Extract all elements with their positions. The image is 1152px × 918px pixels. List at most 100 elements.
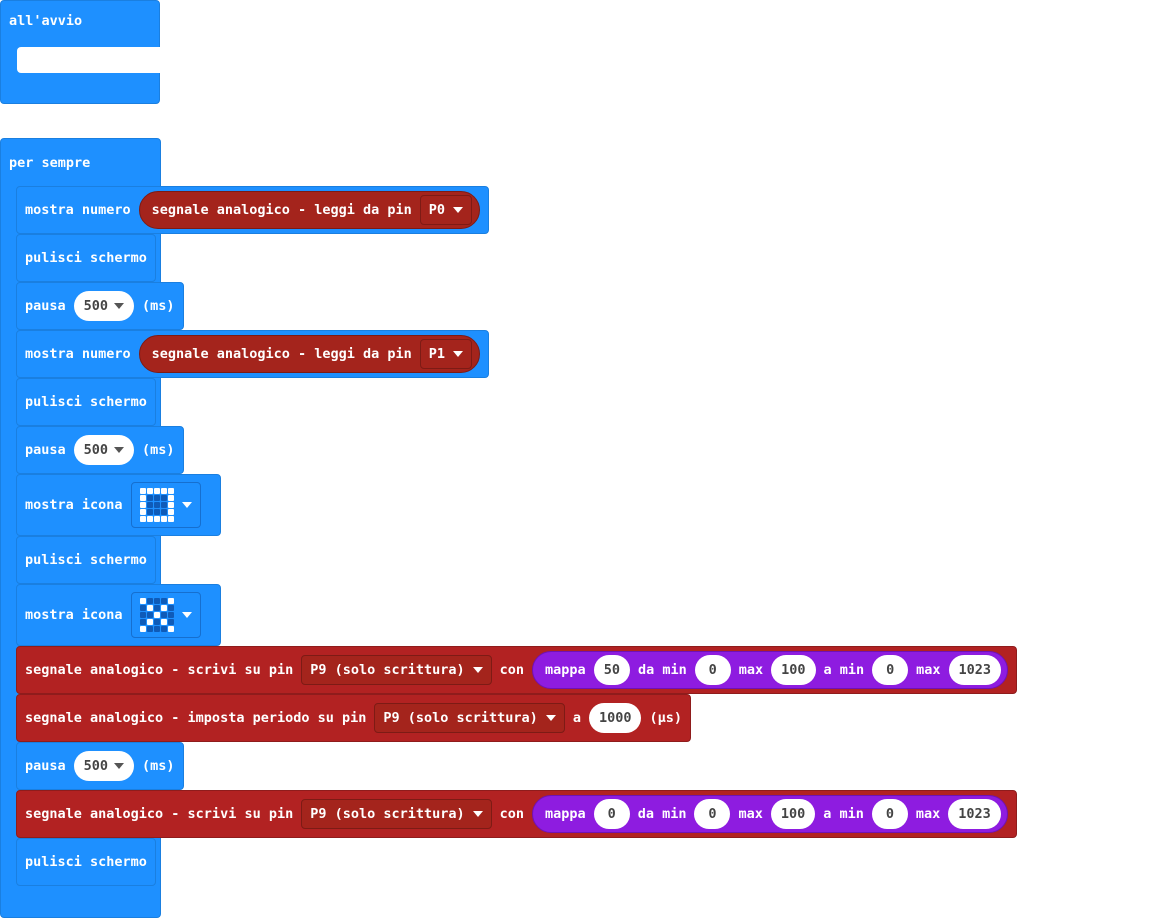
analog-write-label: segnale analogico - scrivi su pin — [25, 662, 294, 678]
analog-read-p1-reporter[interactable]: segnale analogico - leggi da pin P1 — [138, 335, 481, 373]
led-pixel — [146, 619, 153, 625]
to-low-value: 0 — [886, 662, 895, 678]
from-low-input[interactable]: 0 — [694, 655, 731, 685]
pin-dropdown-p1[interactable]: P1 — [419, 339, 473, 369]
ms-unit-label: (ms) — [142, 442, 175, 458]
show-number-block-1[interactable]: mostra numero segnale analogico - leggi … — [16, 186, 490, 234]
led-pixel — [167, 605, 174, 611]
chevron-down-icon — [114, 763, 125, 769]
led-pixel — [146, 509, 153, 515]
led-pixel — [146, 488, 153, 494]
map-reporter-2[interactable]: mappa 0 da min 0 max 100 a min 0 max 102… — [532, 795, 1008, 833]
pause-value: 500 — [83, 758, 109, 774]
max-label: max — [738, 806, 763, 822]
pin-dropdown-p0[interactable]: P0 — [419, 195, 473, 225]
pause-value-dropdown[interactable]: 500 — [73, 291, 135, 321]
forever-label: per sempre — [9, 155, 91, 171]
led-pixel — [139, 598, 146, 604]
ms-unit-label: (ms) — [142, 298, 175, 314]
to-high-input[interactable]: 1023 — [948, 799, 1001, 829]
us-unit-label: (µs) — [649, 710, 682, 726]
from-high-input[interactable]: 100 — [771, 655, 816, 685]
chevron-down-icon — [181, 502, 192, 508]
pause-block-2[interactable]: pausa 500 (ms) — [16, 426, 184, 474]
pause-value: 500 — [83, 298, 109, 314]
led-pixel — [167, 619, 174, 625]
period-input[interactable]: 1000 — [588, 703, 642, 733]
analog-write-block-1[interactable]: segnale analogico - scrivi su pin P9 (so… — [16, 646, 1018, 694]
on-start-block[interactable]: all'avvio — [0, 0, 160, 104]
x-icon — [139, 598, 174, 632]
pause-block-1[interactable]: pausa 500 (ms) — [16, 282, 184, 330]
square-icon — [139, 488, 174, 522]
chevron-down-icon — [453, 351, 464, 357]
icon-dropdown-square[interactable] — [130, 482, 201, 528]
show-number-block-2[interactable]: mostra numero segnale analogico - leggi … — [16, 330, 490, 378]
led-pixel — [167, 502, 174, 508]
on-start-label: all'avvio — [9, 13, 83, 29]
led-pixel — [160, 605, 167, 611]
from-low-value: 0 — [708, 806, 717, 822]
clear-screen-label: pulisci schermo — [25, 394, 147, 410]
pause-value: 500 — [83, 442, 109, 458]
pause-label: pausa — [25, 298, 66, 314]
pin-dropdown-p9[interactable]: P9 (solo scrittura) — [374, 703, 565, 733]
chevron-down-icon — [472, 811, 483, 817]
show-icon-block-1[interactable]: mostra icona — [16, 474, 221, 536]
from-high-input[interactable]: 100 — [770, 799, 816, 829]
to-low-input[interactable]: 0 — [872, 655, 909, 685]
led-pixel — [167, 516, 174, 522]
map-label: mappa — [545, 662, 586, 678]
a-label: a — [572, 710, 581, 726]
chevron-down-icon — [114, 447, 125, 453]
to-low-value: 0 — [885, 806, 894, 822]
from-low-input[interactable]: 0 — [694, 799, 731, 829]
clear-screen-block-4[interactable]: pulisci schermo — [16, 838, 156, 886]
show-icon-block-2[interactable]: mostra icona — [16, 584, 221, 646]
to-low-input[interactable]: 0 — [871, 799, 908, 829]
chevron-down-icon — [181, 612, 192, 618]
clear-screen-block-2[interactable]: pulisci schermo — [16, 378, 156, 426]
map-reporter-1[interactable]: mappa 50 da min 0 max 100 a min 0 max 10… — [532, 651, 1009, 689]
analog-read-label: segnale analogico - leggi da pin — [151, 202, 412, 218]
period-value: 1000 — [598, 710, 632, 726]
analog-set-period-block[interactable]: segnale analogico - imposta periodo su p… — [16, 694, 691, 742]
pin-dropdown-p9[interactable]: P9 (solo scrittura) — [301, 655, 492, 685]
chevron-down-icon — [114, 303, 125, 309]
pause-block-3[interactable]: pausa 500 (ms) — [16, 742, 184, 790]
led-pixel — [153, 605, 160, 611]
to-high-input[interactable]: 1023 — [948, 655, 1002, 685]
map-label: mappa — [545, 806, 586, 822]
chevron-down-icon — [472, 667, 483, 673]
pause-value-dropdown[interactable]: 500 — [73, 751, 135, 781]
analog-read-p0-reporter[interactable]: segnale analogico - leggi da pin P0 — [138, 191, 481, 229]
analog-write-block-2[interactable]: segnale analogico - scrivi su pin P9 (so… — [16, 790, 1017, 838]
pause-value-dropdown[interactable]: 500 — [73, 435, 135, 465]
with-label: con — [499, 806, 525, 822]
icon-dropdown-x[interactable] — [130, 592, 201, 638]
led-pixel — [139, 502, 146, 508]
from-high-value: 100 — [780, 806, 806, 822]
led-pixel — [146, 605, 153, 611]
led-pixel — [146, 516, 153, 522]
led-pixel — [139, 612, 146, 618]
pin-dropdown-p9[interactable]: P9 (solo scrittura) — [301, 799, 492, 829]
led-pixel — [167, 488, 174, 494]
map-value-input[interactable]: 50 — [593, 655, 630, 685]
led-pixel — [167, 612, 174, 618]
to-high-value: 1023 — [958, 662, 992, 678]
led-pixel — [160, 509, 167, 515]
pin-dropdown-value: P1 — [428, 346, 446, 362]
with-label: con — [499, 662, 525, 678]
led-pixel — [146, 502, 153, 508]
clear-screen-block-3[interactable]: pulisci schermo — [16, 536, 156, 584]
from-low-value: 0 — [708, 662, 717, 678]
map-value: 0 — [607, 806, 616, 822]
led-pixel — [160, 598, 167, 604]
led-pixel — [160, 619, 167, 625]
map-value-input[interactable]: 0 — [593, 799, 630, 829]
led-pixel — [153, 626, 160, 632]
clear-screen-block-1[interactable]: pulisci schermo — [16, 234, 156, 282]
led-pixel — [139, 605, 146, 611]
from-min-label: da min — [637, 806, 687, 822]
